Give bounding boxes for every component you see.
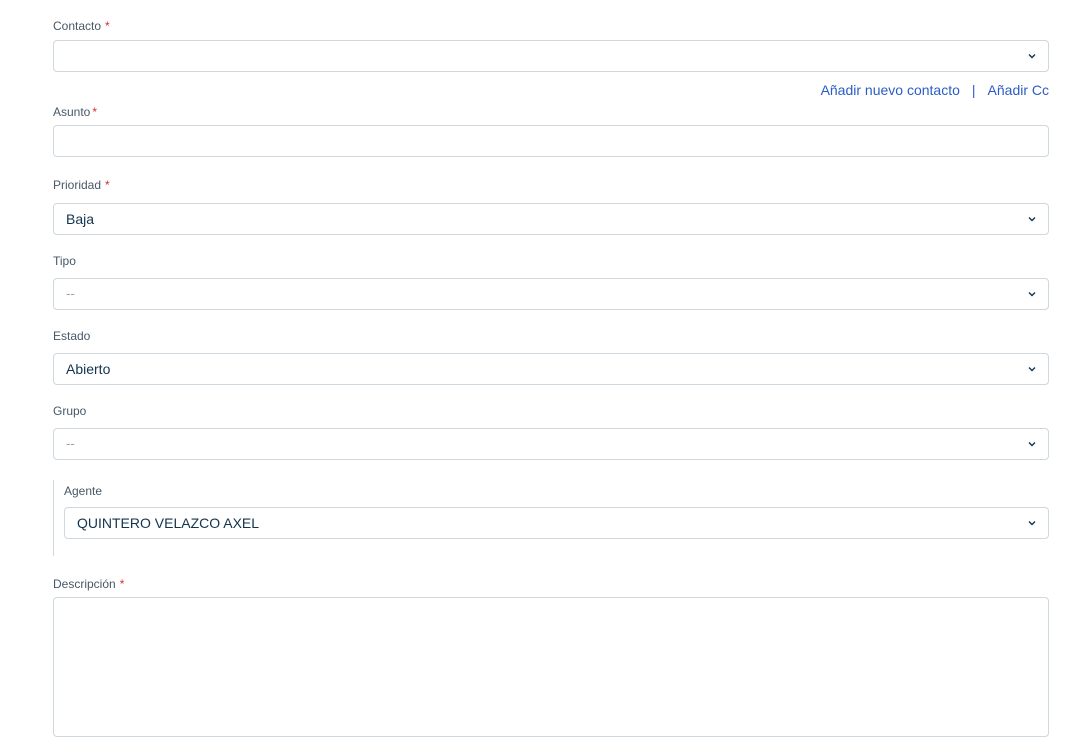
contact-label: Contacto * bbox=[53, 19, 110, 33]
chevron-down-icon bbox=[1027, 215, 1037, 223]
priority-label: Prioridad * bbox=[53, 178, 110, 192]
priority-value: Baja bbox=[66, 211, 95, 227]
contact-links: Añadir nuevo contacto | Añadir Cc bbox=[821, 82, 1049, 98]
agent-label-text: Agente bbox=[64, 484, 103, 498]
required-mark: * bbox=[92, 105, 98, 119]
status-select[interactable]: Abierto bbox=[53, 353, 1049, 385]
chevron-down-icon bbox=[1027, 52, 1037, 60]
required-mark: * bbox=[105, 19, 110, 33]
required-mark: * bbox=[105, 178, 110, 192]
contact-select[interactable] bbox=[53, 40, 1049, 72]
type-value: -- bbox=[66, 286, 75, 301]
type-label-text: Tipo bbox=[53, 254, 76, 268]
add-cc-link[interactable]: Añadir Cc bbox=[988, 82, 1049, 98]
chevron-down-icon bbox=[1027, 290, 1037, 298]
group-label-text: Grupo bbox=[53, 404, 87, 418]
contact-label-text: Contacto bbox=[53, 19, 102, 33]
group-label: Grupo bbox=[53, 404, 86, 418]
group-value: -- bbox=[66, 436, 75, 451]
priority-label-text: Prioridad bbox=[53, 178, 102, 192]
status-value: Abierto bbox=[66, 361, 111, 377]
status-label-text: Estado bbox=[53, 329, 91, 343]
agent-value: QUINTERO VELAZCO AXEL bbox=[77, 515, 260, 531]
new-ticket-form: Contacto * Añadir nuevo contacto | Añadir C… bbox=[0, 0, 1087, 754]
agent-select[interactable]: QUINTERO VELAZCO AXEL bbox=[64, 507, 1049, 539]
type-label: Tipo bbox=[53, 254, 76, 268]
group-select[interactable]: -- bbox=[53, 428, 1049, 460]
type-select[interactable]: -- bbox=[53, 278, 1049, 310]
chevron-down-icon bbox=[1027, 519, 1037, 527]
description-textarea[interactable] bbox=[53, 597, 1049, 737]
description-label: Descripción * bbox=[53, 577, 124, 591]
status-label: Estado bbox=[53, 329, 90, 343]
add-new-contact-link[interactable]: Añadir nuevo contacto bbox=[821, 82, 960, 98]
agent-nested-block: Agente QUINTERO VELAZCO AXEL bbox=[53, 480, 1049, 556]
agent-label: Agente bbox=[64, 484, 102, 498]
link-separator: | bbox=[971, 82, 976, 98]
required-mark: * bbox=[119, 577, 125, 591]
chevron-down-icon bbox=[1027, 365, 1037, 373]
subject-label: Asunto * bbox=[53, 105, 97, 119]
subject-label-text: Asunto bbox=[53, 105, 91, 119]
description-label-text: Descripción bbox=[53, 577, 116, 591]
subject-input[interactable] bbox=[53, 125, 1049, 157]
chevron-down-icon bbox=[1027, 440, 1037, 448]
priority-select[interactable]: Baja bbox=[53, 203, 1049, 235]
